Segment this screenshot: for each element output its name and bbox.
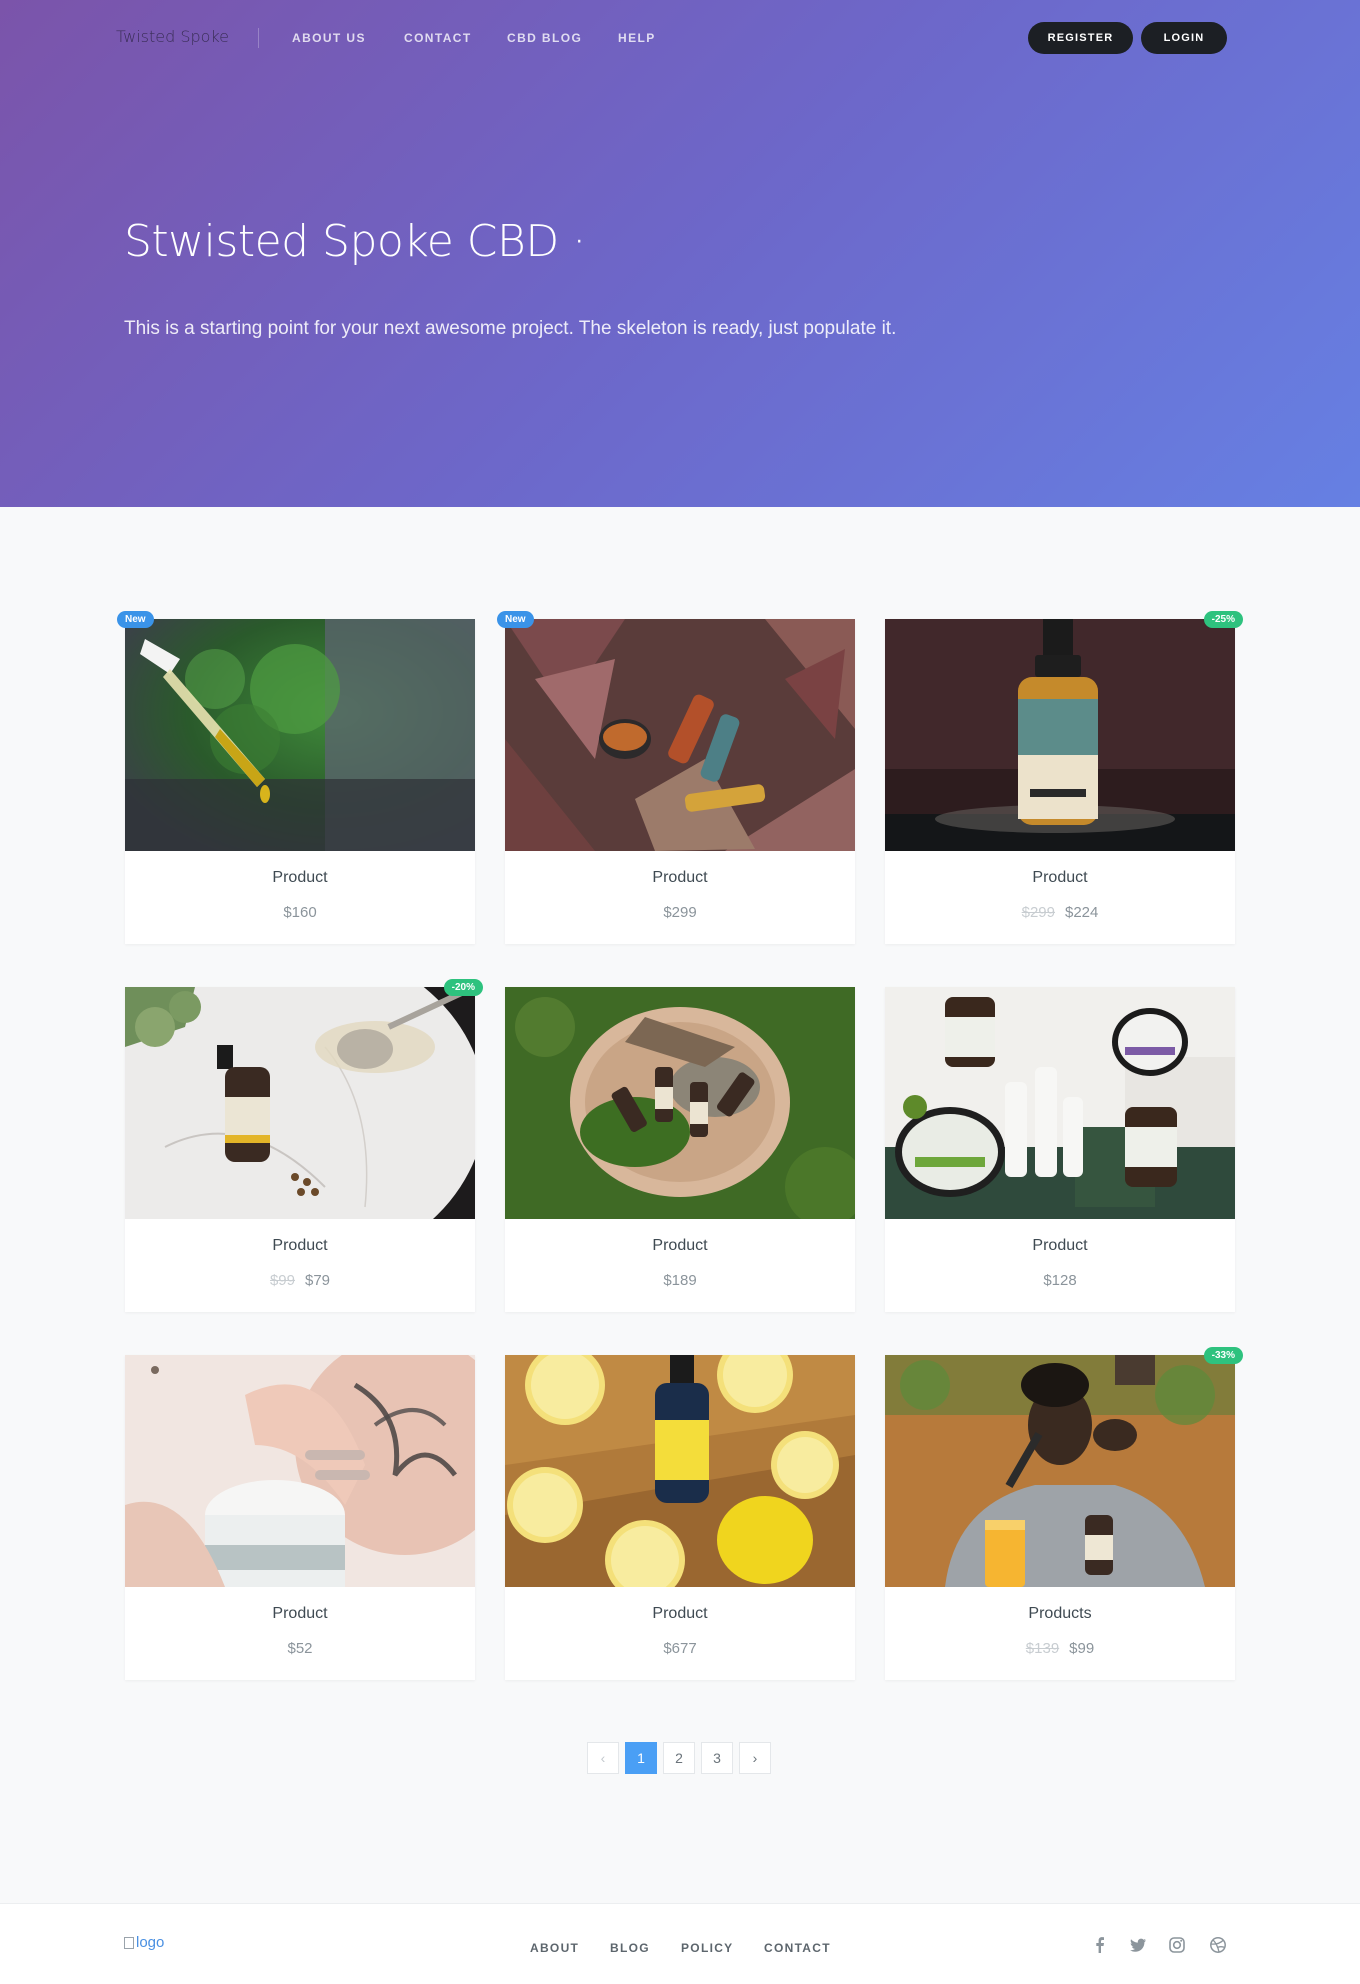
current-price: $99 [1069,1640,1095,1657]
pagination-prev-button[interactable]: ‹ [587,1742,619,1774]
nav-link-help[interactable]: HELP [618,31,656,45]
product-price: $128 [885,1272,1235,1289]
product-image-wood-plate[interactable] [505,987,855,1219]
product-card[interactable]: Product $52 [125,1355,475,1680]
current-price: $677 [663,1640,697,1657]
product-title[interactable]: Product [505,1605,855,1623]
product-price: $677 [505,1640,855,1657]
twitter-icon[interactable] [1129,1936,1147,1954]
product-title[interactable]: Product [125,1605,475,1623]
footer-logo-alt-text: logo [136,1934,165,1951]
product-image-lemons[interactable] [505,1355,855,1587]
original-price: $139 [1025,1640,1060,1657]
original-price: $299 [1021,904,1055,921]
product-image-hemp-oil[interactable] [885,619,1235,851]
cbd-bottle-marble-spoon-photo [125,987,475,1219]
product-card[interactable]: New Product $299 [497,611,855,944]
product-title[interactable]: Product [885,1237,1235,1255]
product-title[interactable]: Product [885,869,1235,887]
product-card[interactable]: -20% Product $99 $79 [125,979,483,1312]
product-price: $160 [125,904,475,921]
current-price: $52 [287,1640,313,1657]
nav-link-cbd-blog[interactable]: CBD BLOG [507,31,582,45]
current-price: $79 [305,1272,331,1289]
facebook-icon[interactable] [1091,1936,1109,1954]
hero-title: Stwisted Spoke CBD · [124,216,586,267]
nav-divider [258,28,259,48]
current-price: $128 [1043,1272,1077,1289]
original-price: $99 [269,1272,295,1289]
product-card[interactable]: Product $677 [505,1355,855,1680]
product-price: $52 [125,1640,475,1657]
man-taking-cbd-drops-photo [885,1355,1235,1587]
product-price: $189 [505,1272,855,1289]
footer-link-contact[interactable]: CONTACT [764,1941,831,1955]
product-card[interactable]: -25% Product $299 $224 [885,611,1243,944]
footer-link-blog[interactable]: BLOG [610,1941,650,1955]
hero-section: Twisted Spoke ABOUT US CONTACT CBD BLOG … [0,0,1360,507]
dribbble-icon[interactable] [1209,1936,1227,1954]
discount-badge: -33% [1203,1347,1243,1364]
site-footer: logo ABOUT BLOG POLICY CONTACT [0,1903,1360,1984]
product-price: $99 $79 [125,1272,475,1289]
product-title[interactable]: Product [505,1237,855,1255]
discount-badge: -25% [1203,611,1243,628]
register-button[interactable]: REGISTER [1028,22,1133,54]
login-button[interactable]: LOGIN [1141,22,1227,54]
footer-link-policy[interactable]: POLICY [681,1941,733,1955]
product-title[interactable]: Product [125,869,475,887]
product-image-autumn-leaves[interactable] [505,619,855,851]
cbd-bottle-lemons-photo [505,1355,855,1587]
pagination: ‹ 1 2 3 › [587,1742,771,1774]
cbd-oil-dropper-photo [125,619,475,851]
product-price: $299 [505,904,855,921]
product-card[interactable]: Product $128 [885,987,1235,1312]
broken-image-icon [124,1936,134,1949]
current-price: $299 [663,904,697,921]
product-card[interactable]: New Product $160 [117,611,475,944]
brand-logo-text[interactable]: Twisted Spoke [116,27,229,46]
instagram-icon[interactable] [1168,1936,1186,1954]
pagination-page-1[interactable]: 1 [625,1742,657,1774]
hands-cbd-cream-jar-photo [125,1355,475,1587]
new-badge: New [497,611,534,628]
product-image-oil-dropper[interactable] [125,619,475,851]
new-badge: New [117,611,154,628]
current-price: $224 [1065,904,1099,921]
current-price: $160 [283,904,317,921]
footer-logo[interactable]: logo [124,1934,164,1951]
product-image-balm-jars[interactable] [885,987,1235,1219]
pagination-next-button[interactable]: › [739,1742,771,1774]
current-price: $189 [663,1272,697,1289]
salveo-hemp-oil-bottle-photo [885,619,1235,851]
nav-link-contact[interactable]: CONTACT [404,31,472,45]
product-price: $139 $99 [885,1640,1235,1657]
product-title[interactable]: Product [505,869,855,887]
product-card[interactable]: Product $189 [505,987,855,1312]
footer-link-about[interactable]: ABOUT [530,1941,579,1955]
product-title[interactable]: Product [125,1237,475,1255]
cbd-products-autumn-leaves-photo [505,619,855,851]
product-image-cream-jar[interactable] [125,1355,475,1587]
product-card[interactable]: -33% Products $139 $99 [885,1347,1243,1680]
pagination-page-2[interactable]: 2 [663,1742,695,1774]
pagination-page-3[interactable]: 3 [701,1742,733,1774]
product-image-marble-spoon[interactable] [125,987,475,1219]
cbd-bottles-wood-plate-moss-photo [505,987,855,1219]
hero-subtitle: This is a starting point for your next a… [124,318,897,339]
discount-badge: -20% [443,979,483,996]
product-title[interactable]: Products [885,1605,1235,1623]
product-image-man-drops[interactable] [885,1355,1235,1587]
cbd-balm-jars-softgels-photo [885,987,1235,1219]
top-navbar: Twisted Spoke ABOUT US CONTACT CBD BLOG … [0,0,1360,76]
nav-link-about-us[interactable]: ABOUT US [292,31,366,45]
product-price: $299 $224 [885,904,1235,921]
